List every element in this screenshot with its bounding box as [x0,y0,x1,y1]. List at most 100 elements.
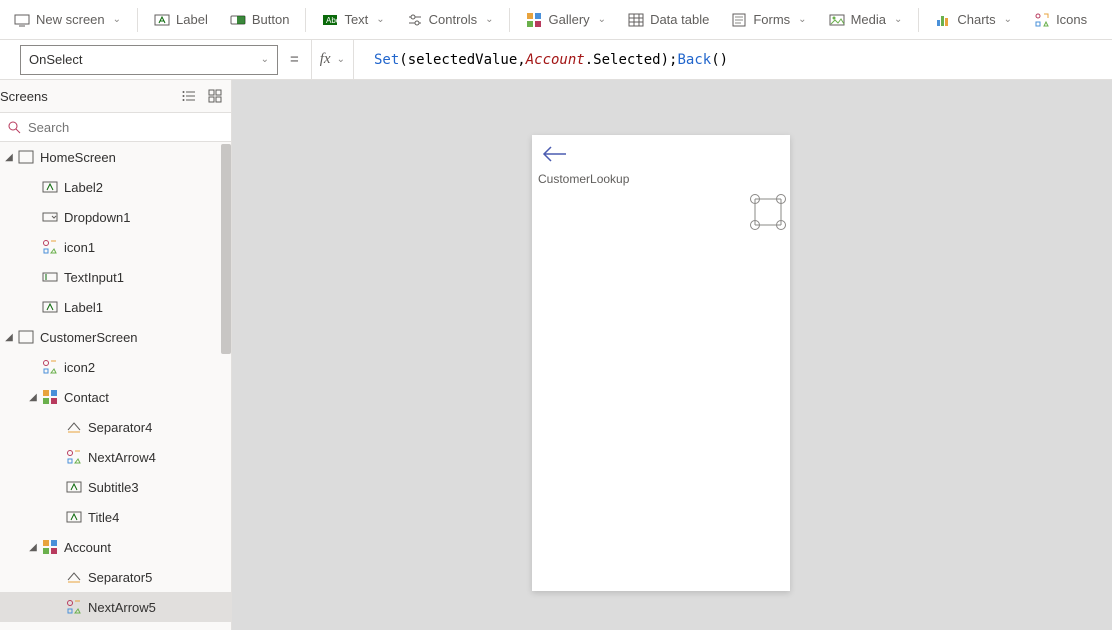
fx-indicator[interactable]: fx ⌄ [311,40,354,80]
data-table-icon [628,12,644,28]
tree-node-dropdown1[interactable]: Dropdown1 [0,202,231,232]
collapse-icon[interactable]: ◢ [26,392,40,403]
node-label: Label2 [64,180,103,195]
collapse-icon[interactable]: ◢ [26,542,40,553]
selection-handles[interactable] [750,194,786,230]
chevron-down-icon: ⌄ [1004,14,1012,25]
formula-token: .Selected) [585,52,669,68]
gallery-icon [42,539,58,555]
node-label: Separator5 [88,570,152,585]
tree-node-contact[interactable]: ◢ Contact [0,382,231,412]
label-icon [42,299,58,315]
tree-node-label2[interactable]: Label2 [0,172,231,202]
list-view-icon[interactable] [181,88,197,104]
customer-lookup-label: CustomerLookup [532,170,790,188]
new-screen-button[interactable]: New screen ⌄ [4,2,131,38]
formula-token: Account [526,52,585,68]
tree-node-icon2[interactable]: icon2 [0,352,231,382]
icons-label: Icons [1056,12,1087,27]
label-icon [66,479,82,495]
text-label: Text [344,12,368,27]
chevron-down-icon: ⌄ [798,14,806,25]
node-label: Label1 [64,300,103,315]
data-table-button[interactable]: Data table [618,2,719,38]
tree-node-customer-screen[interactable]: ◢ CustomerScreen [0,322,231,352]
tree-node-nextarrow4[interactable]: NextArrow4 [0,442,231,472]
separator [305,8,306,32]
formula-token: (selectedValue, [399,52,525,68]
formula-token: Back [677,52,711,68]
back-arrow-icon[interactable] [542,151,568,166]
tree-node-separator5[interactable]: Separator5 [0,562,231,592]
media-label: Media [851,12,886,27]
separator-icon [66,419,82,435]
collapse-icon[interactable]: ◢ [2,152,16,163]
tree-scrollbar[interactable] [221,142,231,630]
screen-icon [18,149,34,165]
tree-node-nextarrow5[interactable]: NextArrow5 [0,592,231,622]
ribbon-toolbar: New screen ⌄ Label Button Abc Text ⌄ Con… [0,0,1112,40]
node-label: Title4 [88,510,119,525]
search-icon [6,119,22,135]
separator-icon [66,569,82,585]
node-label: CustomerScreen [40,330,138,345]
tree-node-icon1[interactable]: icon1 [0,232,231,262]
screens-panel: Screens ◢ HomeScreen [0,80,232,630]
shapes-icon [42,239,58,255]
node-label: icon1 [64,240,95,255]
screens-panel-title: Screens [0,89,48,104]
text-button[interactable]: Abc Text ⌄ [312,2,394,38]
label-button[interactable]: Label [144,2,218,38]
icons-button[interactable]: Icons [1024,2,1097,38]
node-label: NextArrow5 [88,600,156,615]
tree-node-separator4[interactable]: Separator4 [0,412,231,442]
tree-node-textinput1[interactable]: TextInput1 [0,262,231,292]
screens-tree: ◢ HomeScreen Label2 Dropdown1 icon1 Text… [0,142,231,630]
design-canvas[interactable]: CustomerLookup [232,80,1112,630]
chevron-down-icon: ⌄ [113,14,121,25]
charts-button[interactable]: Charts ⌄ [925,2,1022,38]
node-label: Separator4 [88,420,152,435]
tree-node-account[interactable]: ◢ Account [0,532,231,562]
screens-panel-header: Screens [0,80,231,112]
node-label: TextInput1 [64,270,124,285]
separator [137,8,138,32]
tree-node-subtitle3[interactable]: Subtitle3 [0,472,231,502]
equals-sign: = [290,51,299,68]
shapes-icon [66,599,82,615]
property-selector[interactable]: OnSelect ⌄ [20,45,278,75]
button-label: Button [252,12,290,27]
forms-button[interactable]: Forms ⌄ [721,2,816,38]
label-icon [66,509,82,525]
node-label: Contact [64,390,109,405]
screen-icon [18,329,34,345]
search-box[interactable] [0,112,231,142]
formula-input[interactable]: Set(selectedValue,Account.Selected);Back… [366,52,1112,68]
media-button[interactable]: Media ⌄ [819,2,913,38]
chevron-down-icon: ⌄ [485,14,493,25]
property-value: OnSelect [29,52,82,67]
tree-node-home-screen[interactable]: ◢ HomeScreen [0,142,231,172]
scrollbar-thumb[interactable] [221,144,231,354]
gallery-button[interactable]: Gallery ⌄ [516,2,616,38]
tree-node-label1[interactable]: Label1 [0,292,231,322]
gallery-label: Gallery [548,12,589,27]
button-button[interactable]: Button [220,2,300,38]
controls-button[interactable]: Controls ⌄ [397,2,504,38]
chevron-down-icon: ⌄ [376,14,384,25]
workspace: Screens ◢ HomeScreen [0,80,1112,630]
collapse-icon[interactable]: ◢ [2,332,16,343]
chevron-down-icon: ⌄ [337,54,345,65]
media-icon [829,12,845,28]
shapes-icon [42,359,58,375]
tree-node-title4[interactable]: Title4 [0,502,231,532]
controls-icon [407,12,423,28]
separator [918,8,919,32]
grid-view-icon[interactable] [207,88,223,104]
text-icon: Abc [322,12,338,28]
dropdown-icon [42,209,58,225]
search-input[interactable] [22,120,225,135]
formula-token: () [711,52,728,68]
device-preview[interactable]: CustomerLookup [532,135,790,591]
gallery-icon [42,389,58,405]
